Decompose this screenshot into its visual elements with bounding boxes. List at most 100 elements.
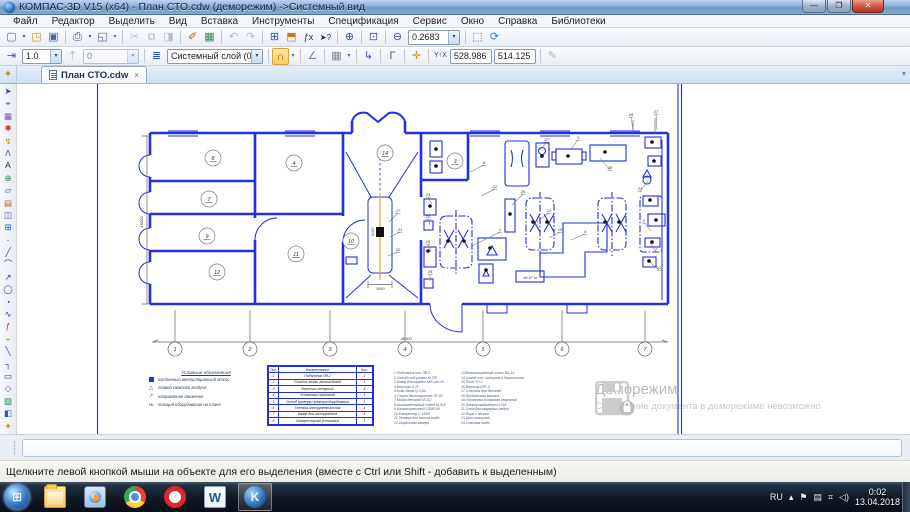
panel-tool-2-button[interactable]: ⌖ xyxy=(1,97,16,109)
panel-tool-27-button[interactable]: ◧ xyxy=(1,407,16,419)
zoom-rect-button[interactable]: ⊡ xyxy=(365,29,382,46)
fit-page-button[interactable]: ⬚ xyxy=(469,29,486,46)
taskbar-clock[interactable]: 0:0213.04.2018 xyxy=(855,487,900,507)
panel-tool-13-button[interactable]: ∙ xyxy=(1,234,16,246)
menu-item-10[interactable]: Справка xyxy=(491,16,544,27)
coord-y-field[interactable]: 514.125 xyxy=(494,49,536,64)
tray-icon-5[interactable]: ◁) xyxy=(839,492,849,503)
menu-item-8[interactable]: Сервис xyxy=(406,16,454,27)
angle-snap-button[interactable]: ∠ xyxy=(304,48,321,65)
panel-tool-15-button[interactable]: ⌒ xyxy=(1,258,16,270)
panel-tool-24-button[interactable]: ▭ xyxy=(1,370,16,382)
panel-tool-7-button[interactable]: A xyxy=(1,159,16,171)
open-document-button[interactable]: ◳ xyxy=(28,29,45,46)
panel-tool-26-button[interactable]: ▨ xyxy=(1,395,16,407)
print-preview-button[interactable]: ◱ xyxy=(94,29,111,46)
panel-tool-22-button[interactable]: ╲ xyxy=(1,345,16,357)
dropdown-arrow[interactable]: ▾ xyxy=(345,48,353,65)
fx-expressions-button[interactable]: ƒx xyxy=(300,29,317,46)
panel-tool-14-button[interactable]: ╱ xyxy=(1,246,16,258)
line-style-button[interactable]: ⇥ xyxy=(3,48,20,65)
dropdown-arrow[interactable]: ▾ xyxy=(86,29,94,46)
tab-close-icon[interactable]: × xyxy=(132,71,139,80)
panel-tool-8-button[interactable]: ⊕ xyxy=(1,172,16,184)
chevron-down-icon[interactable]: ▾ xyxy=(251,50,262,63)
panel-tool-10-button[interactable]: ▤ xyxy=(1,197,16,209)
menu-item-11[interactable]: Библиотеки xyxy=(544,16,612,27)
document-tab-1[interactable]: План СТО.cdw× xyxy=(41,66,147,83)
line-width-combo[interactable]: 1.0▾ xyxy=(22,49,62,64)
chrome-taskbar-button[interactable] xyxy=(118,483,152,511)
opera-taskbar-button[interactable] xyxy=(158,483,192,511)
show-desktop-button[interactable] xyxy=(902,482,910,512)
snap-magnet-button[interactable]: ∩ xyxy=(272,48,289,65)
property-bar-grip[interactable] xyxy=(14,441,17,455)
layers-button[interactable]: ≣ xyxy=(148,48,165,65)
local-csys-button[interactable]: ↳ xyxy=(360,48,377,65)
panel-tool-19-button[interactable]: ∿ xyxy=(1,308,16,320)
panel-tool-5-button[interactable]: ↯ xyxy=(1,135,16,147)
grid-button[interactable]: ▦ xyxy=(328,48,345,65)
panel-tool-17-button[interactable]: ◯ xyxy=(1,283,16,295)
tray-icon-4[interactable]: ⌗ xyxy=(828,492,833,503)
panel-tool-4-button[interactable]: ✱ xyxy=(1,122,16,134)
current-layer-combo[interactable]: Системный слой (0)▾ xyxy=(167,49,263,64)
compact-panel-icon[interactable]: ✦ xyxy=(0,65,17,83)
new-document-button[interactable]: ▢ xyxy=(3,29,20,46)
panel-tool-28-button[interactable]: ✦ xyxy=(1,420,16,432)
panel-tool-20-button[interactable]: ƒ xyxy=(1,320,16,332)
panel-tool-6-button[interactable]: Λ xyxy=(1,147,16,159)
menu-item-2[interactable]: Редактор xyxy=(45,16,102,27)
toolbar-overflow-button[interactable]: ▾ xyxy=(902,69,906,78)
property-bar-input[interactable] xyxy=(22,439,902,457)
menu-item-6[interactable]: Инструменты xyxy=(245,16,321,27)
save-document-button[interactable]: ▣ xyxy=(45,29,62,46)
word-taskbar-button[interactable]: W xyxy=(198,483,232,511)
refresh-view-button[interactable]: ⟳ xyxy=(486,29,503,46)
tray-icon-2[interactable]: ⚑ xyxy=(799,492,807,503)
menu-item-7[interactable]: Спецификация xyxy=(321,16,405,27)
step-value-combo[interactable]: 0▾ xyxy=(83,49,139,64)
dropdown-arrow[interactable]: ▾ xyxy=(20,29,28,46)
dropdown-arrow[interactable]: ▾ xyxy=(111,29,119,46)
menu-item-1[interactable]: Файл xyxy=(6,16,45,27)
open-in-window-button[interactable]: ⊞ xyxy=(266,29,283,46)
zoom-out-button[interactable]: ⊖ xyxy=(389,29,406,46)
panel-tool-23-button[interactable]: ┐ xyxy=(1,358,16,370)
print-button[interactable]: ⎙ xyxy=(69,29,86,46)
language-indicator[interactable]: RU xyxy=(770,492,783,502)
panel-tool-12-button[interactable]: ⊞ xyxy=(1,221,16,233)
chevron-down-icon[interactable]: ▾ xyxy=(50,50,61,63)
coord-x-field[interactable]: 528.986 xyxy=(450,49,492,64)
help-pointer-button[interactable]: ➤? xyxy=(317,29,334,46)
tray-icon-3[interactable]: ▤ xyxy=(813,492,822,503)
ortho-button[interactable]: Γ xyxy=(384,48,401,65)
restore-button[interactable]: ❐ xyxy=(827,0,851,13)
panel-tool-18-button[interactable]: ◔ xyxy=(1,296,16,308)
kompas-taskbar-button[interactable]: K xyxy=(238,483,272,511)
object-properties-button[interactable]: ▦ xyxy=(201,29,218,46)
copy-properties-button[interactable]: ✐ xyxy=(184,29,201,46)
zoom-scale-combo[interactable]: 0.2683▾ xyxy=(408,30,460,45)
menu-item-5[interactable]: Вставка xyxy=(194,16,245,27)
minimize-button[interactable]: — xyxy=(802,0,826,13)
menu-item-3[interactable]: Выделить xyxy=(102,16,162,27)
tray-icon-1[interactable]: ▴ xyxy=(789,492,794,503)
dropdown-arrow[interactable]: ▾ xyxy=(289,48,297,65)
chevron-down-icon[interactable]: ▾ xyxy=(448,31,459,44)
panel-tool-11-button[interactable]: ◫ xyxy=(1,209,16,221)
panel-tool-1-button[interactable]: ➤ xyxy=(1,85,16,97)
round-snap-button[interactable]: ✛ xyxy=(408,48,425,65)
zoom-in-button[interactable]: ⊕ xyxy=(341,29,358,46)
panel-tool-9-button[interactable]: ▱ xyxy=(1,184,16,196)
panel-tool-16-button[interactable]: ↗ xyxy=(1,271,16,283)
close-button[interactable]: ✕ xyxy=(852,0,884,13)
wmp-taskbar-button[interactable] xyxy=(78,483,112,511)
panel-tool-21-button[interactable]: ⌁ xyxy=(1,333,16,345)
explorer-taskbar-button[interactable] xyxy=(38,483,72,511)
menu-item-4[interactable]: Вид xyxy=(162,16,194,27)
panel-tool-25-button[interactable]: ◇ xyxy=(1,382,16,394)
menu-item-9[interactable]: Окно xyxy=(454,16,491,27)
start-button[interactable]: ⊞ xyxy=(4,484,30,510)
chevron-down-icon[interactable]: ▾ xyxy=(127,50,138,63)
